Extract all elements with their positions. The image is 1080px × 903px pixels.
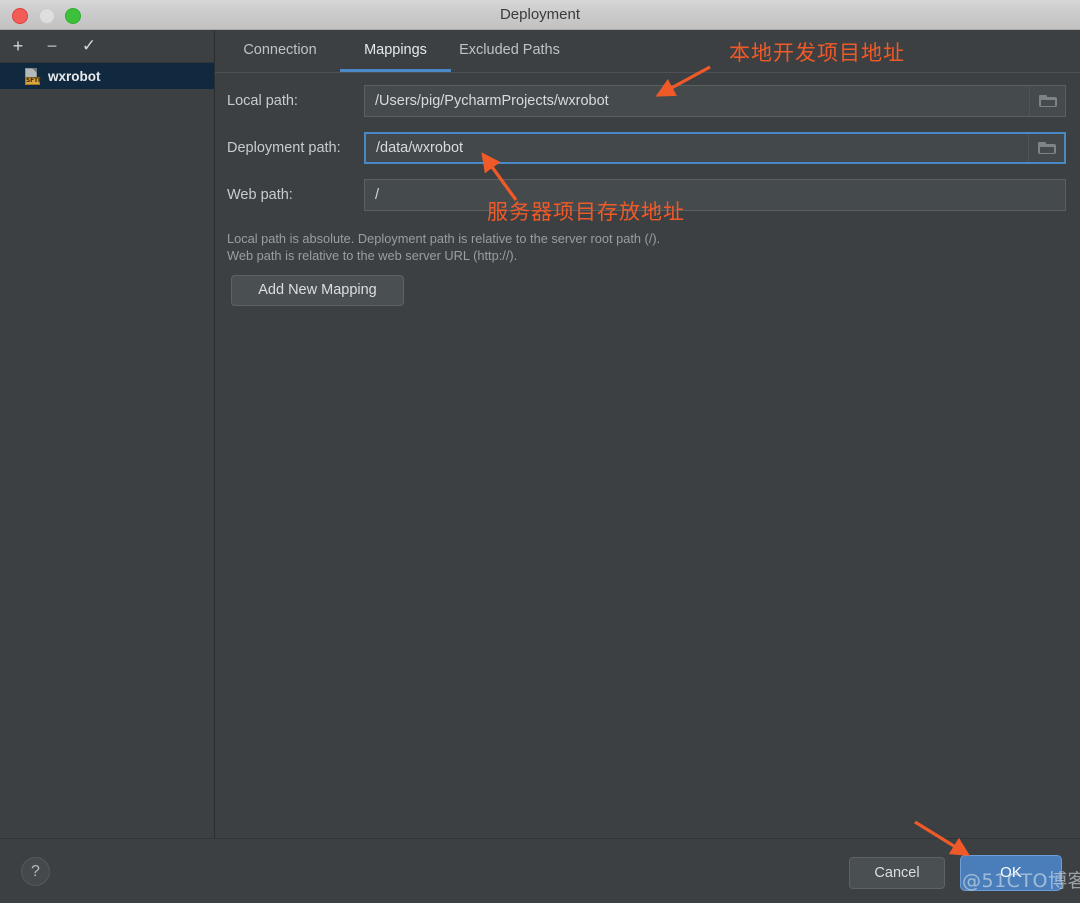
add-server-icon[interactable]: + bbox=[5, 34, 31, 58]
local-path-field[interactable]: /Users/pig/PycharmProjects/wxrobot bbox=[364, 85, 1066, 117]
server-list-sidebar: + − ✓ SFTP wxrobot bbox=[0, 30, 215, 838]
cancel-button[interactable]: Cancel bbox=[849, 857, 945, 889]
tab-selected-underline bbox=[340, 69, 451, 72]
tab-connection-label: Connection bbox=[243, 42, 317, 58]
local-path-value: /Users/pig/PycharmProjects/wxrobot bbox=[375, 93, 609, 109]
hint-line-1: Local path is absolute. Deployment path … bbox=[227, 231, 661, 246]
tab-excluded-paths[interactable]: Excluded Paths bbox=[437, 30, 582, 72]
help-button[interactable]: ? bbox=[21, 857, 50, 886]
local-path-browse-button[interactable] bbox=[1029, 86, 1065, 116]
deployment-path-browse-button[interactable] bbox=[1028, 134, 1064, 162]
deployment-path-value: /data/wxrobot bbox=[376, 140, 464, 156]
web-path-value: / bbox=[375, 187, 380, 203]
deployment-path-label: Deployment path: bbox=[227, 140, 341, 156]
folder-icon bbox=[1037, 141, 1056, 155]
annotation-local-path: 本地开发项目地址 bbox=[729, 41, 905, 65]
check-mark-icon[interactable]: ✓ bbox=[76, 34, 102, 58]
folder-icon bbox=[1038, 94, 1057, 108]
sidebar-item-label: wxrobot bbox=[48, 68, 101, 84]
local-path-label: Local path: bbox=[227, 93, 298, 109]
tab-bar: Connection Mappings Excluded Paths bbox=[215, 30, 1080, 73]
hint-line-2: Web path is relative to the web server U… bbox=[227, 248, 518, 263]
tab-connection[interactable]: Connection bbox=[229, 30, 331, 72]
dialog-content: Connection Mappings Excluded Paths Local… bbox=[215, 30, 1080, 838]
web-path-label: Web path: bbox=[227, 187, 293, 203]
web-path-field[interactable]: / bbox=[364, 179, 1066, 211]
sidebar-item-wxrobot[interactable]: SFTP wxrobot bbox=[0, 63, 214, 89]
annotation-deployment-path: 服务器项目存放地址 bbox=[487, 200, 685, 224]
sftp-badge-label: SFTP bbox=[25, 76, 43, 85]
remove-server-icon[interactable]: − bbox=[39, 34, 65, 58]
sidebar-toolbar: + − ✓ bbox=[0, 30, 214, 63]
window-titlebar: Deployment bbox=[0, 0, 1080, 30]
deployment-dialog: Deployment + − ✓ SFTP wxrobot Connection… bbox=[0, 0, 1080, 903]
sftp-server-icon: SFTP bbox=[24, 67, 43, 85]
deployment-path-field[interactable]: /data/wxrobot bbox=[364, 132, 1066, 164]
window-title: Deployment bbox=[499, 6, 581, 23]
tab-excluded-paths-label: Excluded Paths bbox=[459, 42, 560, 58]
tab-mappings-label: Mappings bbox=[364, 42, 427, 58]
watermark: @51CTO博客 bbox=[962, 870, 1080, 892]
add-new-mapping-button[interactable]: Add New Mapping bbox=[231, 275, 404, 306]
